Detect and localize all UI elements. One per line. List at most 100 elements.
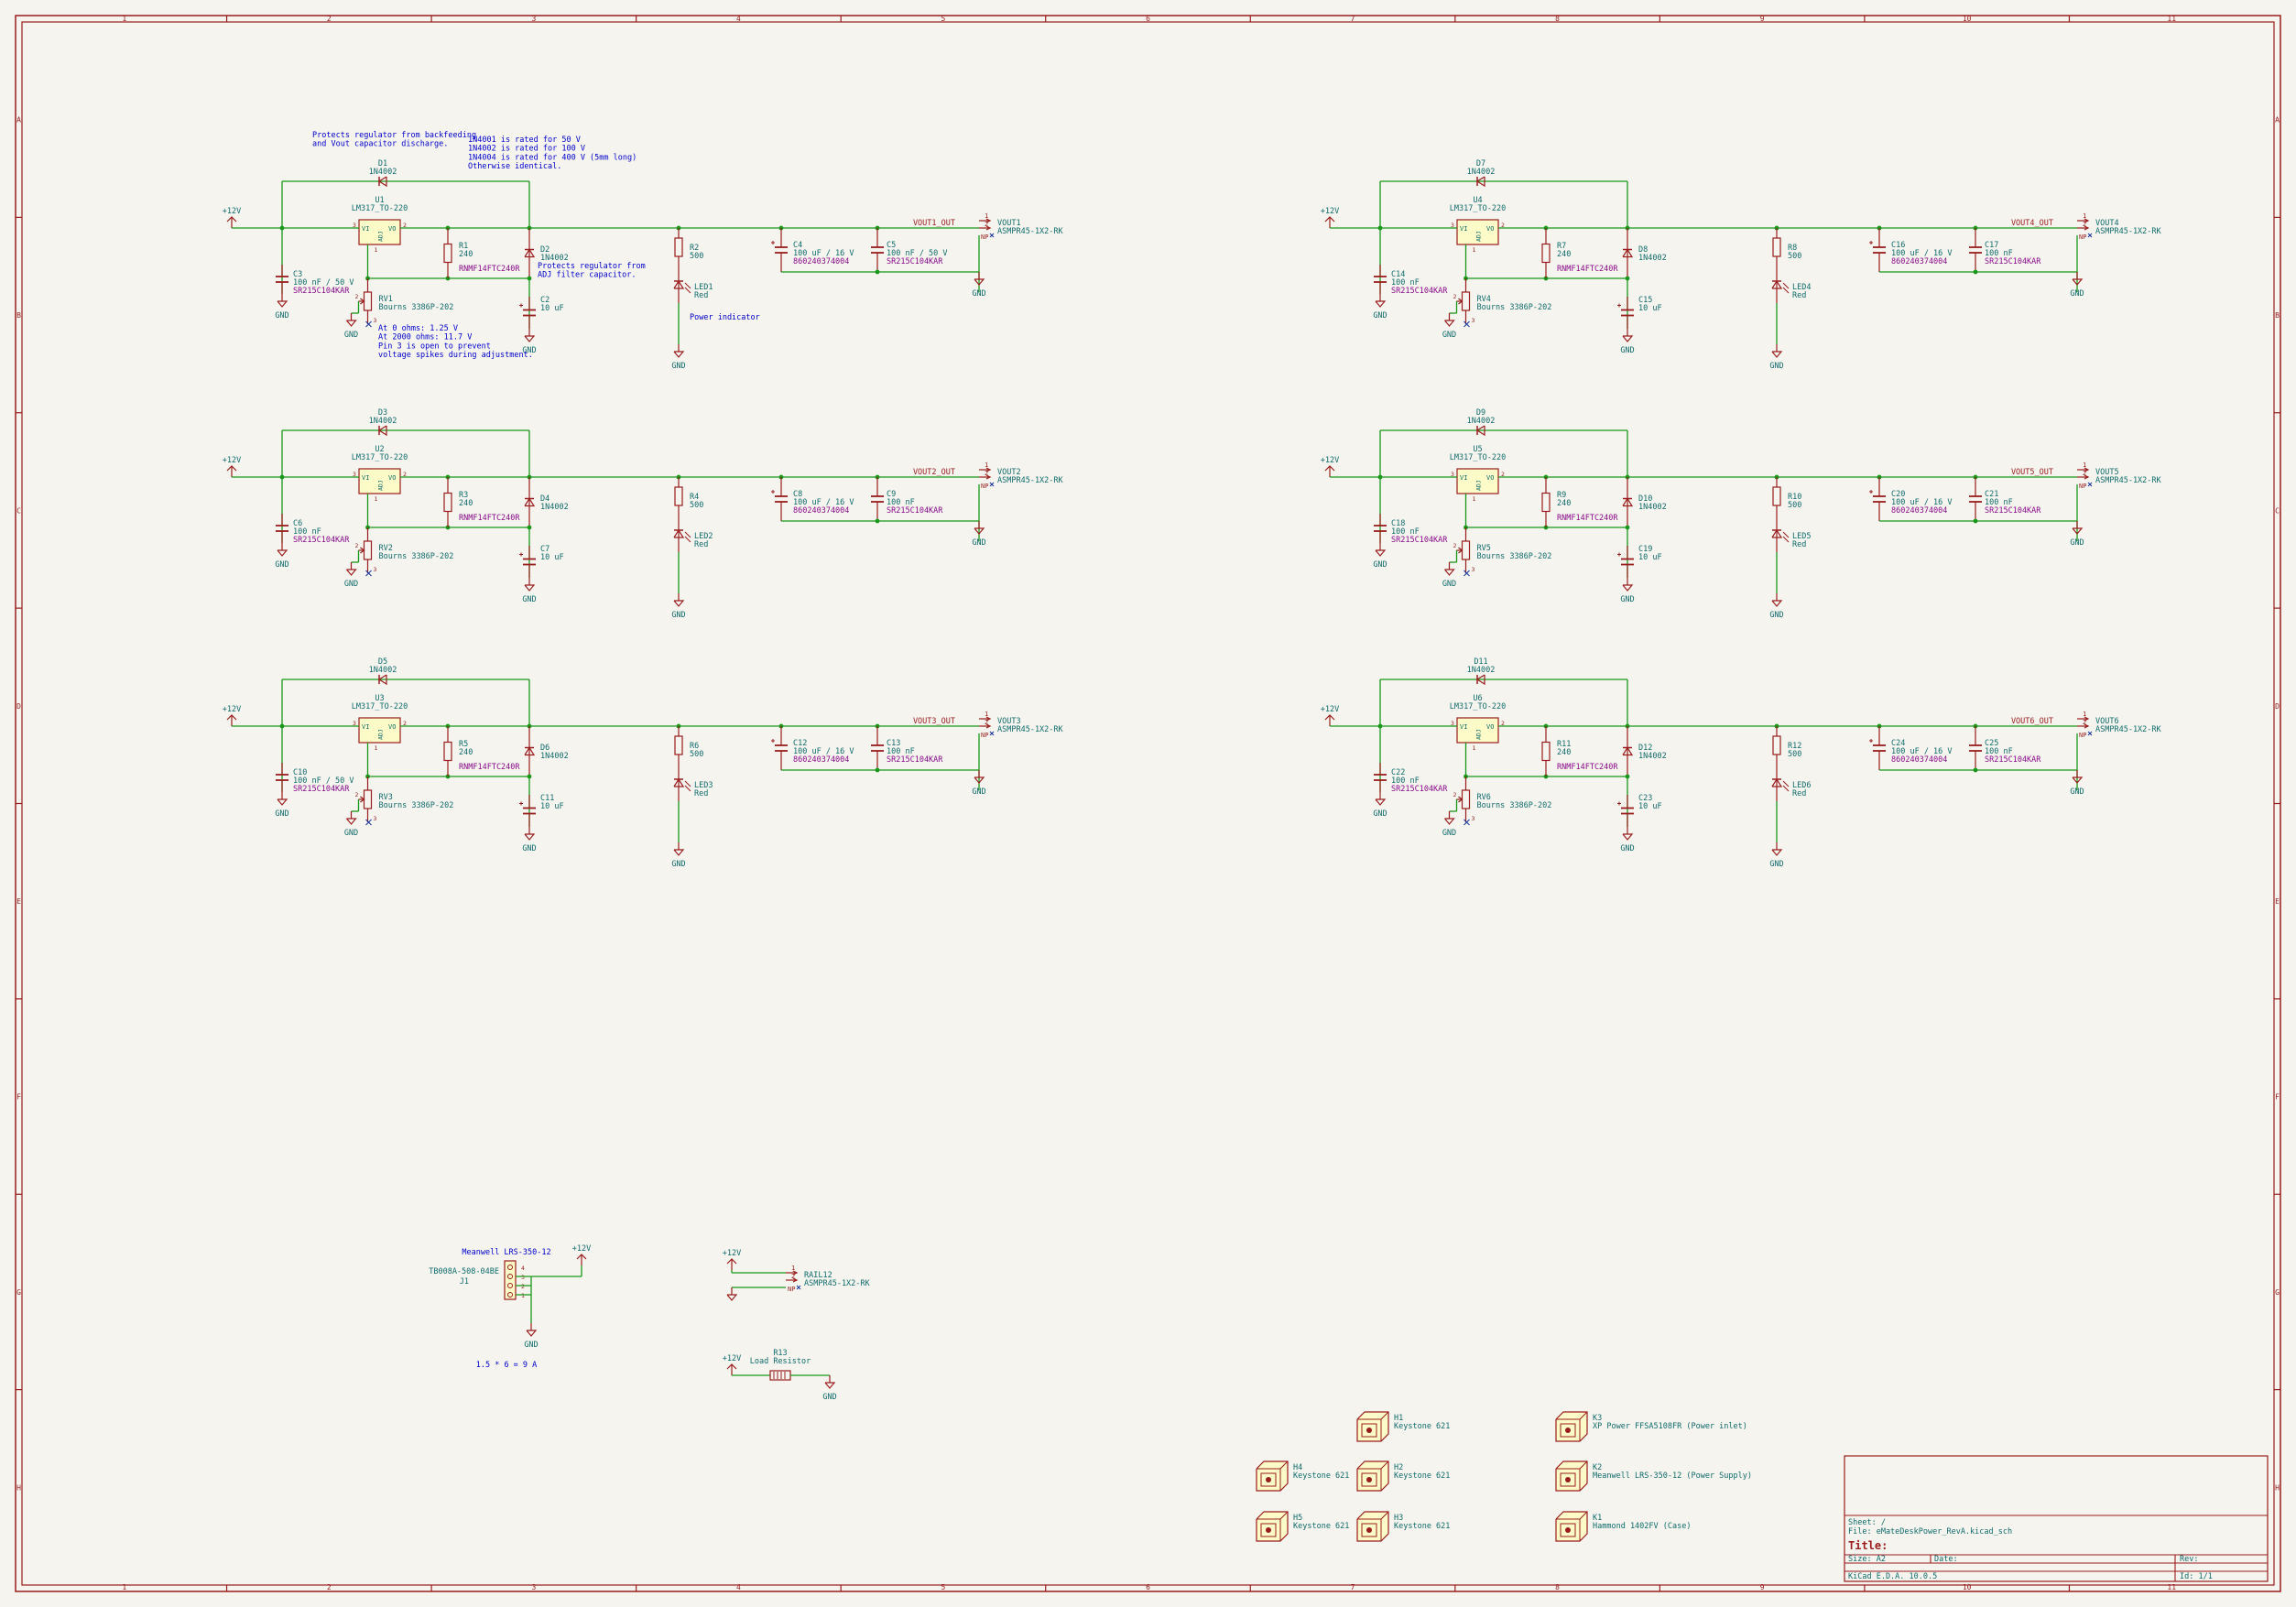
terminal-block-body xyxy=(504,1260,517,1300)
pin-number: 3 xyxy=(521,1274,525,1281)
led-ray xyxy=(1782,780,1790,787)
gnd-symbol: GND xyxy=(972,521,986,548)
gnd-label: GND xyxy=(1620,844,1634,853)
frame-row-label: E xyxy=(16,897,21,906)
resistor-footprint: RNMF14FTC240R xyxy=(459,265,520,274)
pot-value: Bourns 3386P-202 xyxy=(1477,552,1552,561)
gnd-triangle xyxy=(346,569,357,576)
text-line: voltage spikes during adjustment. xyxy=(378,351,533,360)
resistor-body xyxy=(769,1370,791,1381)
file-name: File: eMateDeskPower_RevA.kicad_sch xyxy=(1848,1527,2012,1536)
net-label: VOUT6_OUT xyxy=(2011,717,2053,726)
diode-top-value: 1N4002 xyxy=(1467,417,1496,426)
part-value: Keystone 621 xyxy=(1394,1471,1450,1481)
trim-potentiometer: 23GNDRV2Bourns 3386P-202 xyxy=(344,527,454,589)
pin-number: 3 xyxy=(1472,317,1475,324)
note-backfeed: Protects regulator from backfeeding and V… xyxy=(312,131,476,149)
j-value: TB008A-508-04BE xyxy=(429,1267,499,1276)
pin-number: 3 xyxy=(374,317,377,324)
lm317-regulator: VI VOADJU5LM317_TO-2203 21 xyxy=(1450,445,1506,503)
frame-row-label: D xyxy=(16,702,21,711)
part-value: Keystone 621 xyxy=(1394,1422,1450,1431)
plus12v-label: +12V xyxy=(223,705,241,714)
resistor-body xyxy=(443,492,452,513)
led-ray xyxy=(1782,287,1790,294)
gnd-triangle xyxy=(524,833,536,841)
led-ray xyxy=(684,785,691,792)
gnd-label: GND xyxy=(275,560,288,570)
gnd-symbol: GND xyxy=(1769,593,1784,620)
frame-row-label: H xyxy=(16,1483,21,1492)
regulator-block-2-left: +12VVI VOADJU3LM317_TO-2203 21D51N4002GNDC… xyxy=(223,657,1064,869)
gnd-symbol: GND xyxy=(1373,294,1387,320)
frame-col-label: 9 xyxy=(1760,1583,1765,1591)
plus12v-power-symbol: +12V xyxy=(723,1249,741,1270)
jack-value: ASMPR45-1X2-RK xyxy=(997,227,1064,236)
pot-value: Bourns 3386P-202 xyxy=(379,552,454,561)
frame-col-label: 8 xyxy=(1555,1583,1560,1591)
gnd-label: GND xyxy=(671,860,685,869)
gnd-symbol: GND xyxy=(1620,329,1635,355)
led-ray xyxy=(684,536,691,543)
gnd-symbol: GND xyxy=(275,543,289,570)
junction-dot xyxy=(875,767,880,773)
gnd-label: GND xyxy=(1442,580,1456,589)
frame-col-label: 11 xyxy=(2167,15,2176,23)
pin-number: 1 xyxy=(521,1292,525,1299)
cadj-value: 10 uF xyxy=(1638,802,1662,811)
frame-row-label: G xyxy=(16,1288,21,1297)
gnd-triangle xyxy=(1444,818,1455,825)
cin-footprint: SR215C104KAR xyxy=(1391,536,1448,545)
schematic-sheet: 11223344556677889910101111A AB BC CD DE EF FG G… xyxy=(15,15,2281,1592)
diode-top-value: 1N4002 xyxy=(369,168,397,177)
frame-row-label: C xyxy=(2275,506,2280,515)
plus12v-power-symbol: +12V xyxy=(223,456,241,477)
trim-potentiometer: 23GNDRV5Bourns 3386P-202 xyxy=(1442,527,1552,589)
plus12v-label: +12V xyxy=(572,1244,591,1254)
resistor-value: 240 xyxy=(1557,748,1571,757)
gnd-triangle xyxy=(1444,569,1455,576)
led-value: Red xyxy=(694,789,708,798)
part-hole xyxy=(1565,1527,1571,1533)
plus12v-label: +12V xyxy=(1321,705,1339,714)
resistor-body xyxy=(443,243,452,264)
diode-side-value: 1N4002 xyxy=(1638,752,1667,761)
pin-number: 1 xyxy=(985,461,988,469)
gnd-symbol xyxy=(726,1287,738,1301)
pin-number: 2 xyxy=(521,1283,525,1290)
input-title: Meanwell LRS-350-12 xyxy=(462,1248,550,1257)
junction-dot xyxy=(1625,525,1630,530)
net-label: VOUT4_OUT xyxy=(2011,219,2053,228)
gnd-label: GND xyxy=(1769,860,1783,869)
mounting-part-icon: K3XP Power FFSA5108FR (Power inlet) xyxy=(1555,1411,1747,1442)
text-line: and Vout capacitor discharge. xyxy=(312,140,448,149)
frame-row-label: F xyxy=(2275,1093,2280,1102)
diode-side-value: 1N4002 xyxy=(540,503,569,512)
resistor-footprint: RNMF14FTC240R xyxy=(459,514,520,523)
text-line: Protects regulator from xyxy=(538,262,646,271)
gnd-label: GND xyxy=(671,611,685,620)
gnd-triangle xyxy=(1622,584,1634,592)
pin-adj-label: ADJ xyxy=(1475,729,1483,740)
junction-dot xyxy=(1625,276,1630,281)
frame-col-label: 5 xyxy=(941,15,946,23)
junction-dot xyxy=(527,774,532,779)
plus12v-label: +12V xyxy=(1321,207,1339,216)
gnd-label: GND xyxy=(1769,611,1783,620)
resistor-body xyxy=(363,291,373,311)
frame-col-label: 1 xyxy=(122,15,126,23)
gnd-symbol: GND xyxy=(2070,521,2084,548)
diode-top-value: 1N4002 xyxy=(1467,666,1496,675)
mounting-part-icon: K1Hammond 1402FV (Case) xyxy=(1555,1511,1691,1542)
cin-footprint: SR215C104KAR xyxy=(293,287,350,296)
led-value: Red xyxy=(694,291,708,300)
pin-number: 1 xyxy=(791,1265,795,1272)
net-label: VOUT1_OUT xyxy=(913,219,955,228)
jack-value: ASMPR45-1X2-RK xyxy=(997,725,1064,734)
gnd-label: GND xyxy=(2070,289,2084,299)
regulator-value: LM317_TO-220 xyxy=(1450,204,1506,213)
gnd-symbol: GND xyxy=(671,842,686,869)
gnd-triangle xyxy=(1375,549,1387,557)
load-formula: 1.5 * 6 = 9 A xyxy=(476,1361,538,1370)
pin-number: 1 xyxy=(2083,212,2086,220)
